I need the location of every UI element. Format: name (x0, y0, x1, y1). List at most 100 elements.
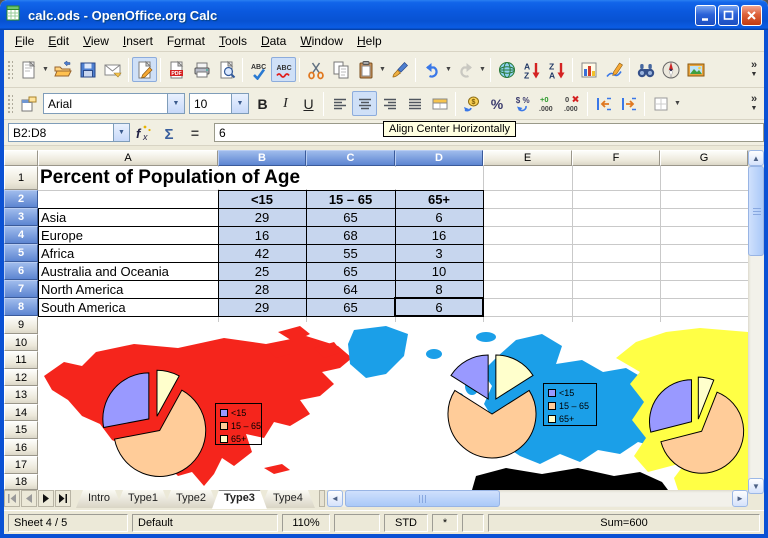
function-wizard-button[interactable]: fx (131, 122, 155, 144)
delete-decimal-button[interactable]: 0.000 (559, 91, 584, 116)
borders-button[interactable] (648, 91, 673, 116)
region-label-cell[interactable]: Australia and Oceania (38, 262, 218, 280)
toolbar-overflow-button[interactable]: »▼ (746, 94, 764, 113)
value-cell[interactable]: 42 (218, 244, 306, 262)
column-header-G[interactable]: G (660, 150, 748, 166)
find-replace-button[interactable] (633, 57, 658, 82)
value-cell[interactable]: 65 (306, 298, 395, 316)
row-header-9[interactable]: 9 (4, 316, 38, 334)
menu-file[interactable]: File (8, 32, 41, 50)
chart-legend[interactable]: <1515 – 6565+ (543, 383, 597, 426)
sort-ascending-button[interactable]: AZ (519, 57, 544, 82)
dropdown-arrow[interactable]: ▼ (378, 66, 387, 73)
dropdown-arrow[interactable]: ▼ (478, 66, 487, 73)
export-pdf-button[interactable]: PDF (164, 57, 189, 82)
row-header-8[interactable]: 8 (4, 298, 38, 316)
dropdown-arrow[interactable]: ▼ (41, 66, 50, 73)
minimize-button[interactable] (695, 5, 716, 26)
merge-cells-button[interactable] (427, 91, 452, 116)
sum-button[interactable]: Σ (157, 122, 181, 144)
font-name-combo[interactable]: Arial▼ (43, 93, 185, 114)
column-header-E[interactable]: E (483, 150, 572, 166)
previous-sheet-button[interactable] (21, 490, 37, 507)
value-cell[interactable]: 64 (306, 280, 395, 298)
maximize-button[interactable] (718, 5, 739, 26)
row-header-3[interactable]: 3 (4, 208, 38, 226)
currency-format-button[interactable]: $ (459, 91, 484, 116)
align-center-button[interactable] (352, 91, 377, 116)
row-header-10[interactable]: 10 (4, 334, 38, 351)
value-cell[interactable]: 55 (306, 244, 395, 262)
sheet-tab-type4[interactable]: Type4 (261, 490, 315, 508)
menu-view[interactable]: View (76, 32, 116, 50)
row-header-15[interactable]: 15 (4, 421, 38, 439)
region-label-cell[interactable]: North America (38, 280, 218, 298)
menu-tools[interactable]: Tools (212, 32, 254, 50)
region-label-cell[interactable]: Asia (38, 208, 218, 226)
draw-functions-button[interactable] (601, 57, 626, 82)
row-header-18[interactable]: 18 (4, 474, 38, 490)
value-cell[interactable]: 16 (395, 226, 483, 244)
navigator-button[interactable] (658, 57, 683, 82)
bold-button[interactable]: B (251, 92, 274, 115)
sort-descending-button[interactable]: ZA (544, 57, 569, 82)
decrease-indent-button[interactable] (591, 91, 616, 116)
name-box[interactable]: B2:D8 ▼ (8, 123, 130, 142)
menu-format[interactable]: Format (160, 32, 212, 50)
value-cell[interactable]: 65 (306, 262, 395, 280)
column-header-C[interactable]: C (306, 150, 395, 166)
page-preview-button[interactable] (214, 57, 239, 82)
formula-button[interactable]: = (183, 122, 207, 144)
value-cell[interactable]: 3 (395, 244, 483, 262)
gallery-button[interactable] (683, 57, 708, 82)
value-cell[interactable]: 16 (218, 226, 306, 244)
italic-button[interactable]: I (274, 92, 297, 115)
column-header-B[interactable]: B (218, 150, 306, 166)
sheet-tab-type2[interactable]: Type2 (164, 490, 218, 508)
name-box-dropdown[interactable]: ▼ (113, 124, 129, 141)
toolbar-grip[interactable] (6, 93, 13, 115)
open-button[interactable] (50, 57, 75, 82)
active-cell-D8[interactable] (394, 297, 484, 317)
sheet-tab-intro[interactable]: Intro (76, 490, 122, 508)
select-all-corner[interactable] (4, 150, 38, 166)
value-cell[interactable]: 10 (395, 262, 483, 280)
menu-help[interactable]: Help (350, 32, 389, 50)
value-cell[interactable]: 65 (306, 208, 395, 226)
value-cell[interactable]: 68 (306, 226, 395, 244)
dropdown-arrow[interactable]: ▼ (673, 100, 682, 107)
toolbar-overflow-button[interactable]: »▼ (746, 60, 764, 79)
value-cell[interactable]: 6 (395, 208, 483, 226)
combo-dropdown-arrow[interactable]: ▼ (231, 94, 248, 113)
first-sheet-button[interactable] (4, 490, 20, 507)
scroll-up-button[interactable]: ▲ (748, 150, 764, 166)
row-header-13[interactable]: 13 (4, 386, 38, 404)
sum-indicator[interactable]: Sum=600 (488, 514, 760, 532)
align-justified-button[interactable] (402, 91, 427, 116)
paste-button[interactable] (353, 57, 378, 82)
world-map-chart[interactable] (38, 322, 748, 490)
undo-button[interactable] (419, 57, 444, 82)
row-header-17[interactable]: 17 (4, 456, 38, 474)
sheet-tab-type1[interactable]: Type1 (116, 490, 170, 508)
horizontal-scrollbar[interactable]: ◄ ► (327, 490, 748, 507)
sheet-tab-type3[interactable]: Type3 (212, 490, 267, 509)
chart-button[interactable] (576, 57, 601, 82)
save-button[interactable] (75, 57, 100, 82)
zoom-indicator[interactable]: 110% (282, 514, 330, 532)
title-cell[interactable]: Percent of Population of Age (40, 167, 481, 189)
row-header-6[interactable]: 6 (4, 262, 38, 280)
edit-file-button[interactable] (132, 57, 157, 82)
standard-format-button[interactable]: $% (509, 91, 534, 116)
row-header-16[interactable]: 16 (4, 439, 38, 456)
print-button[interactable] (189, 57, 214, 82)
hyperlink-button[interactable] (494, 57, 519, 82)
row-header-5[interactable]: 5 (4, 244, 38, 262)
table-column-header[interactable]: <15 (218, 190, 306, 208)
autospellcheck-button[interactable]: ABC (271, 57, 296, 82)
redo-button[interactable] (453, 57, 478, 82)
styles-window-button[interactable] (16, 91, 41, 116)
menu-window[interactable]: Window (293, 32, 350, 50)
add-decimal-button[interactable]: +0.000 (534, 91, 559, 116)
last-sheet-button[interactable] (55, 490, 71, 507)
